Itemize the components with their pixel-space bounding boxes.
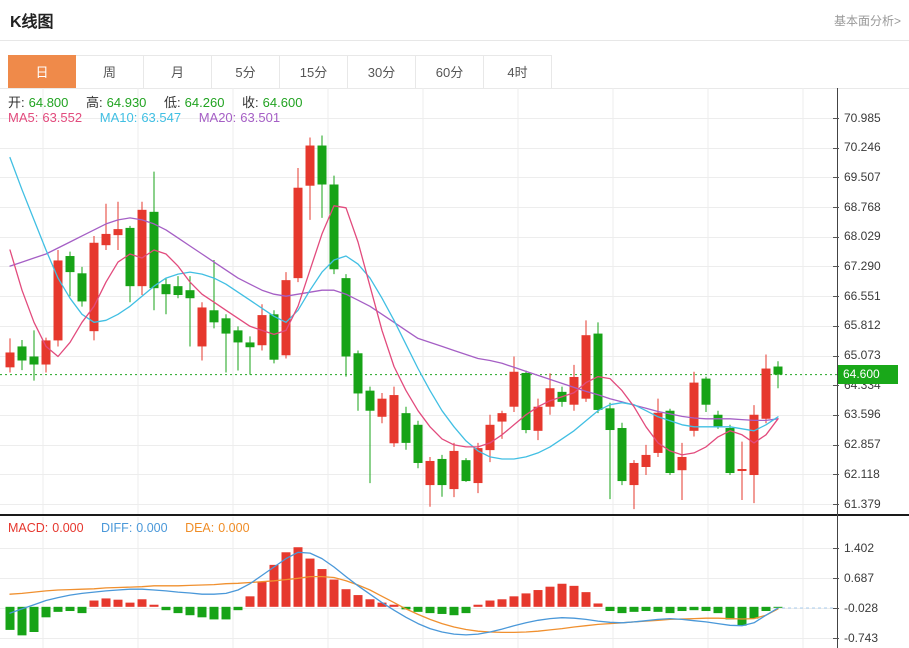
axis-tick-mark bbox=[833, 608, 839, 609]
macd-histogram bbox=[5, 547, 783, 636]
axis-tick-label: 65.812 bbox=[844, 318, 881, 333]
high-value: 64.930 bbox=[106, 95, 147, 110]
tab-5分[interactable]: 5分 bbox=[212, 55, 280, 89]
macd-grid bbox=[0, 517, 837, 648]
axis-tick-mark bbox=[833, 638, 839, 639]
header-divider bbox=[0, 40, 909, 41]
diff-value: 0.000 bbox=[136, 521, 168, 535]
axis-tick-mark bbox=[833, 177, 839, 179]
axis-tick-label: 70.246 bbox=[844, 140, 881, 155]
close-value: 64.600 bbox=[262, 95, 303, 110]
diff-line bbox=[9, 551, 779, 636]
current-price-badge: 64.600 bbox=[838, 365, 898, 385]
ma20-value: 63.501 bbox=[240, 110, 281, 125]
kline-page: K线图 基本面分析> 日周月 5分 15分 30分 60分 4时 开: 64.800 高: 6… bbox=[0, 0, 909, 648]
high-label: 高: bbox=[86, 95, 103, 110]
low-value: 64.260 bbox=[184, 95, 225, 110]
close-label: 收: bbox=[242, 95, 259, 110]
axis-tick-label: 0.687 bbox=[844, 570, 875, 585]
axis-tick-label: -0.028 bbox=[844, 600, 879, 615]
open-label: 开: bbox=[8, 95, 25, 110]
macd-indicator-chart[interactable] bbox=[0, 517, 837, 648]
axis-tick-mark bbox=[833, 355, 839, 357]
axis-tick-mark bbox=[833, 444, 839, 446]
axis-tick-mark bbox=[833, 578, 839, 579]
main-candlestick-chart[interactable] bbox=[0, 88, 837, 514]
axis-tick-mark bbox=[833, 548, 839, 549]
axis-tick-mark bbox=[833, 207, 839, 209]
axis-tick-label: -0.743 bbox=[844, 630, 879, 645]
macd-value: 0.000 bbox=[52, 521, 84, 535]
open-value: 64.800 bbox=[28, 95, 69, 110]
macd-label: MACD: bbox=[8, 521, 49, 535]
tab-30分[interactable]: 30分 bbox=[348, 55, 416, 89]
page-title: K线图 bbox=[10, 14, 54, 31]
axis-tick-mark bbox=[833, 236, 839, 238]
axis-tick-label: 68.029 bbox=[844, 229, 881, 244]
tab-月[interactable]: 月 bbox=[144, 55, 212, 89]
axis-tick-mark bbox=[833, 414, 839, 416]
axis-tick-mark bbox=[833, 504, 839, 505]
axis-tick-mark bbox=[833, 118, 839, 119]
low-label: 低: bbox=[164, 95, 181, 110]
tab-60分[interactable]: 60分 bbox=[416, 55, 484, 89]
ma10-label: MA10: bbox=[99, 110, 138, 125]
axis-tick-label: 63.596 bbox=[844, 407, 881, 422]
tab-15分[interactable]: 15分 bbox=[280, 55, 348, 89]
ma20-label: MA20: bbox=[198, 110, 237, 125]
diff-label: DIFF: bbox=[101, 521, 133, 535]
period-tabbar: 日周月 5分 15分 30分 60分 4时 bbox=[8, 55, 552, 89]
axis-tick-label: 62.118 bbox=[844, 466, 880, 481]
axis-tick-mark bbox=[833, 266, 839, 268]
axis-tick-label: 67.290 bbox=[844, 258, 881, 273]
dea-line bbox=[9, 575, 779, 634]
axis-tick-label: 66.551 bbox=[844, 288, 881, 303]
macd-legend: MACD: 0.000 DIFF: 0.000 DEA: 0.000 bbox=[8, 521, 254, 535]
ma-legend: MA5: 63.552 MA10: 63.547 MA20: 63.501 bbox=[8, 110, 284, 125]
ma10-value: 63.547 bbox=[141, 110, 182, 125]
axis-tick-mark bbox=[833, 385, 839, 387]
tab-4时[interactable]: 4时 bbox=[484, 55, 552, 89]
axis-tick-mark bbox=[833, 325, 839, 327]
axis-tick-label: 70.985 bbox=[844, 110, 881, 125]
fundamental-analysis-link[interactable]: 基本面分析> bbox=[834, 12, 901, 29]
tab-日[interactable]: 日 bbox=[8, 55, 76, 89]
tab-周[interactable]: 周 bbox=[76, 55, 144, 89]
axis-tick-label: 69.507 bbox=[844, 169, 881, 184]
axis-tick-label: 62.857 bbox=[844, 437, 881, 452]
ma5-value: 63.552 bbox=[42, 110, 83, 125]
dea-label: DEA: bbox=[185, 521, 215, 535]
axis-tick-mark bbox=[833, 296, 839, 298]
ma5-label: MA5: bbox=[8, 110, 39, 125]
axis-tick-label: 61.379 bbox=[844, 496, 881, 511]
axis-tick-label: 1.402 bbox=[844, 540, 875, 555]
pane-divider bbox=[0, 514, 909, 516]
axis-tick-mark bbox=[833, 147, 839, 149]
axis-tick-mark bbox=[833, 474, 839, 476]
dea-value: 0.000 bbox=[218, 521, 250, 535]
ohlc-legend: 开: 64.800 高: 64.930 低: 64.260 收: 64.600 bbox=[8, 92, 306, 111]
axis-tick-label: 65.073 bbox=[844, 348, 881, 363]
axis-tick-label: 68.768 bbox=[844, 199, 881, 214]
